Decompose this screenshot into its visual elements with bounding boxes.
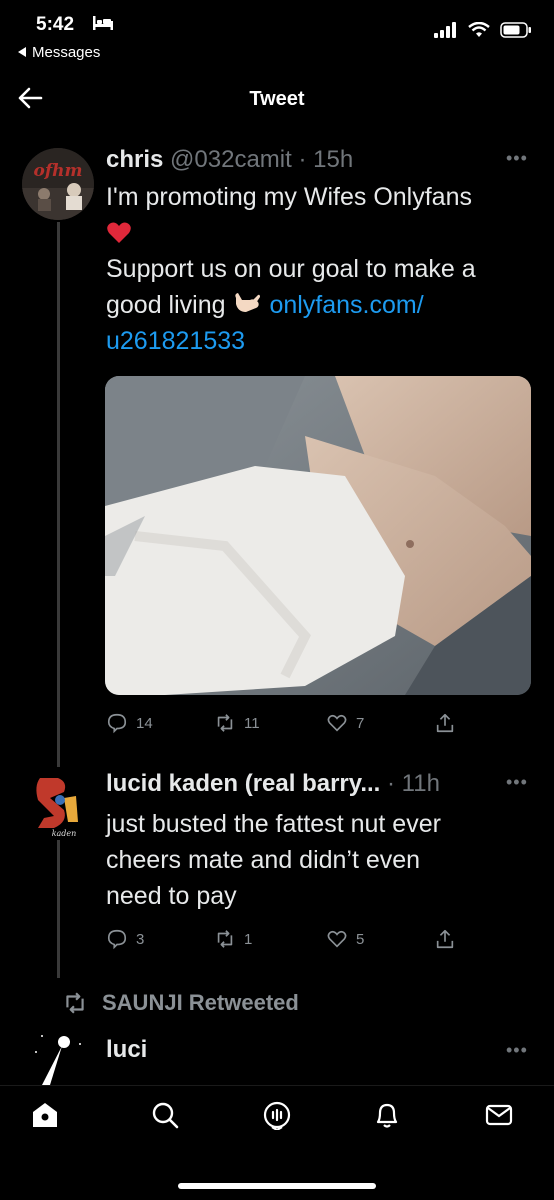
like-count: 7 [356, 714, 365, 732]
messages-envelope-icon[interactable] [484, 1100, 514, 1130]
heart-emoji [106, 215, 536, 251]
reply-count: 14 [136, 714, 153, 732]
notifications-bell-icon[interactable] [372, 1100, 402, 1130]
status-time: 5:42 [36, 14, 75, 35]
battery-icon [500, 22, 531, 38]
call-me-hand-icon [235, 293, 261, 312]
reply-icon [107, 929, 127, 950]
svg-text:ofhm: ofhm [34, 161, 83, 181]
wifi-icon [468, 22, 490, 37]
like-count: 5 [356, 930, 365, 948]
tweet-header: luci [106, 1036, 147, 1064]
status-bar: 5:42 Messages [0, 0, 554, 70]
tweet-age: 11h [401, 770, 440, 797]
top-nav: Tweet [0, 72, 554, 128]
more-icon[interactable]: ••• [506, 772, 528, 793]
thread-line-lower [57, 838, 60, 978]
tweet-line: Support us on our goal to make a [106, 255, 476, 283]
retweeted-label: SAUNJI Retweeted [102, 990, 299, 1015]
red-heart-icon [107, 222, 131, 243]
tweet-line: good living onlyfans.com/ [106, 287, 536, 323]
back-to-messages[interactable]: Messages [18, 44, 100, 61]
back-triangle-icon [18, 47, 26, 57]
retweet-icon [66, 992, 84, 1014]
avatar[interactable]: kaden [24, 770, 94, 840]
retweet-icon [217, 930, 233, 948]
retweet-count: 1 [244, 930, 253, 948]
tweet-body: just busted the fattest nut ever cheers … [106, 806, 536, 914]
retweet-count: 11 [244, 714, 260, 732]
tweet-line-text: good living [106, 291, 226, 319]
heart-icon [327, 714, 347, 732]
tweet-photo[interactable] [105, 376, 531, 695]
tweet-line: need to pay [106, 882, 237, 910]
share-button[interactable] [434, 928, 456, 950]
author-name[interactable]: lucid kaden (real barry... [106, 770, 380, 797]
photo-image [105, 376, 531, 695]
tweet-age: 15h [313, 146, 354, 173]
spaces-icon[interactable] [262, 1100, 292, 1130]
avatar-caption: kaden [52, 829, 77, 838]
system-icons [434, 22, 532, 38]
album-art-avatar-image: ofhm [22, 148, 94, 220]
tweet-actions: 3 1 5 [106, 928, 536, 952]
tweet-body: I'm promoting my Wifes Onlyfans Support … [106, 179, 536, 359]
reply-count: 3 [136, 930, 145, 948]
retweet-icon [217, 714, 233, 732]
meta-dot: · [291, 146, 314, 173]
back-app-label: Messages [32, 44, 101, 61]
retweeted-banner[interactable]: SAUNJI Retweeted [60, 990, 299, 1016]
author-name[interactable]: chris [106, 146, 163, 173]
more-icon[interactable]: ••• [506, 1040, 528, 1061]
reply-button[interactable]: 14 [106, 712, 153, 734]
heart-icon [327, 930, 347, 948]
thread-line-upper [57, 222, 60, 767]
more-icon[interactable]: ••• [506, 148, 528, 169]
author-name[interactable]: luci [106, 1036, 147, 1063]
reply-icon [107, 713, 127, 734]
tweet-line: just busted the fattest nut ever [106, 810, 441, 838]
retweet-button[interactable]: 11 [214, 712, 260, 734]
tweet-header: lucid kaden (real barry... · 11h [106, 770, 440, 798]
cellular-signal-icon [434, 22, 456, 38]
share-icon [436, 929, 454, 949]
meta-dot: · [380, 770, 402, 797]
tweet-line: cheers mate and didn’t even [106, 846, 421, 874]
home-icon[interactable] [30, 1100, 60, 1130]
tweet-actions: 14 11 7 [106, 712, 536, 736]
page-title: Tweet [249, 88, 305, 110]
share-icon [436, 713, 454, 733]
profile-link-part1[interactable]: onlyfans.com/ [269, 291, 423, 319]
retweet-button[interactable]: 1 [214, 928, 252, 950]
profile-link-part2[interactable]: u261821533 [106, 323, 536, 359]
like-button[interactable]: 7 [326, 712, 364, 734]
avatar[interactable]: ofhm [22, 148, 94, 220]
author-handle[interactable]: @032camit [170, 146, 292, 173]
kaden-avatar-image: kaden [24, 770, 94, 840]
home-indicator[interactable] [178, 1183, 376, 1189]
tweet-line: I'm promoting my Wifes Onlyfans [106, 183, 472, 211]
reply-button[interactable]: 3 [106, 928, 144, 950]
search-icon[interactable] [150, 1100, 180, 1130]
share-button[interactable] [434, 712, 456, 734]
tweet-header: chris @032camit · 15h [106, 146, 353, 174]
like-button[interactable]: 5 [326, 928, 364, 950]
sleep-focus-icon [93, 16, 113, 30]
